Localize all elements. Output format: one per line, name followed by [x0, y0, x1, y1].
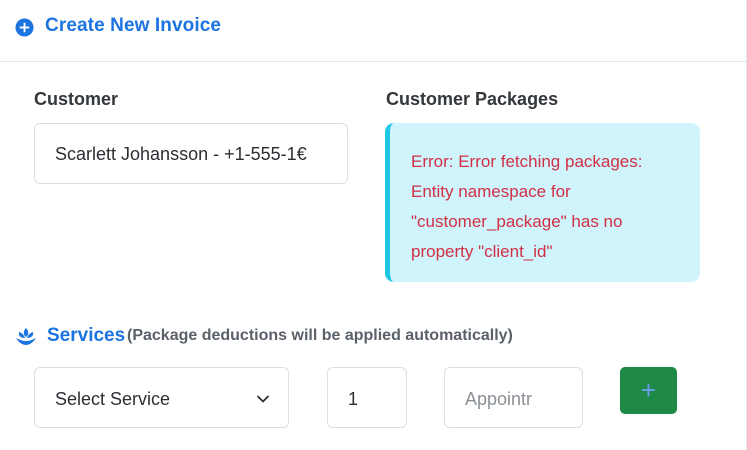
- plus-circle-icon: [15, 18, 34, 37]
- service-select[interactable]: Select Service: [34, 367, 289, 428]
- appointment-input[interactable]: Appointr: [444, 367, 583, 428]
- customer-packages-label: Customer Packages: [386, 89, 559, 109]
- customer-select[interactable]: Scarlett Johansson - +1-555-1€: [34, 123, 348, 184]
- packages-error-alert: Error: Error fetching packages: Entity n…: [385, 123, 700, 282]
- add-service-button[interactable]: +: [620, 367, 677, 414]
- chevron-down-icon: [257, 395, 269, 403]
- quantity-value: 1: [348, 389, 359, 409]
- services-title: Services: [47, 325, 126, 346]
- hand-holding-icon: [16, 328, 36, 345]
- customer-label: Customer: [34, 89, 119, 109]
- services-note: (Package deductions will be applied auto…: [127, 327, 513, 344]
- service-select-value: Select Service: [55, 389, 171, 409]
- packages-error-message: Error: Error fetching packages: Entity n…: [411, 152, 643, 261]
- page-header: Create New Invoice: [0, 0, 746, 62]
- appointment-placeholder: Appointr: [465, 389, 533, 409]
- quantity-input[interactable]: 1: [327, 367, 407, 428]
- plus-icon: +: [640, 374, 657, 405]
- invoice-page: Create New Invoice Customer Scarlett Joh…: [0, 0, 747, 450]
- page-title: Create New Invoice: [45, 15, 222, 36]
- customer-select-value: Scarlett Johansson - +1-555-1€: [55, 144, 307, 164]
